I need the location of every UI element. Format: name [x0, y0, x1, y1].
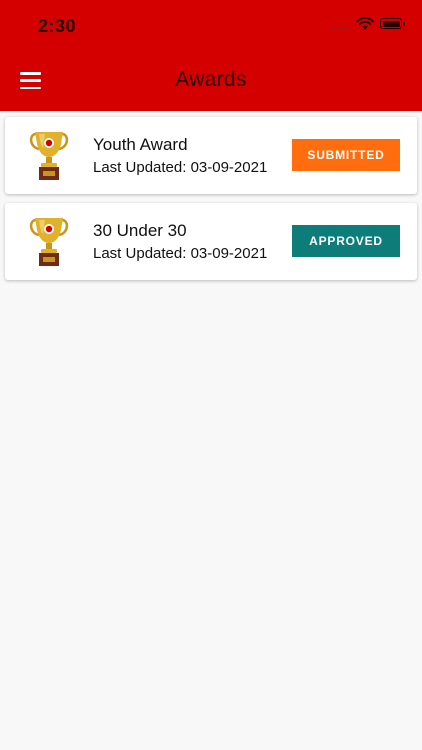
cellular-signal-icon	[332, 18, 350, 30]
trophy-icon	[29, 218, 69, 266]
award-card-30-under-30[interactable]: 30 Under 30 Last Updated: 03-09-2021 APP…	[5, 203, 417, 280]
trophy-icon	[29, 132, 69, 180]
status-badge-submitted: SUBMITTED	[292, 139, 400, 171]
award-last-updated: Last Updated: 03-09-2021	[93, 245, 268, 262]
battery-icon	[380, 18, 405, 29]
status-badge-approved: APPROVED	[292, 225, 400, 257]
wifi-icon	[356, 17, 374, 30]
app-header: 2:30 Awards	[0, 0, 422, 111]
page-title: Awards	[175, 68, 247, 91]
status-bar-time: 2:30	[38, 16, 77, 36]
award-title: 30 Under 30	[93, 221, 187, 240]
status-bar-indicators	[332, 17, 405, 30]
award-card-youth-award[interactable]: Youth Award Last Updated: 03-09-2021 SUB…	[5, 117, 417, 194]
award-title: Youth Award	[93, 135, 188, 154]
award-last-updated: Last Updated: 03-09-2021	[93, 159, 268, 176]
